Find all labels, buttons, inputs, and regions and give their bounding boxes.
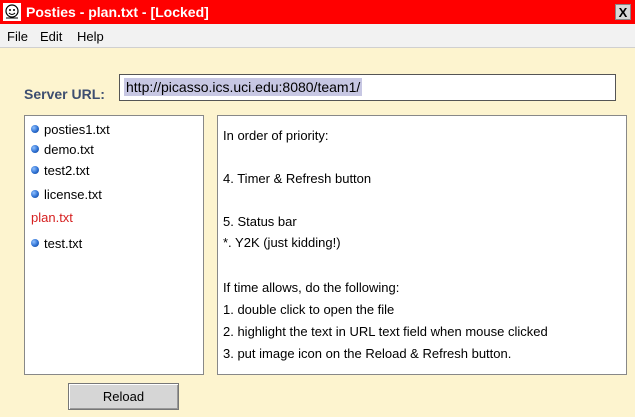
posties-window: Posties - plan.txt - [Locked] X File Edi…: [0, 0, 635, 417]
document-line: In order of priority:: [223, 128, 329, 143]
document-line: 4. Timer & Refresh button: [223, 171, 372, 186]
document-text-area[interactable]: In order of priority: 4. Timer & Refresh…: [217, 115, 627, 375]
app-icon: [3, 3, 21, 21]
file-name: demo.txt: [44, 141, 94, 157]
document-line: 2. highlight the text in URL text field …: [223, 324, 548, 339]
blue-bullet-icon: [31, 166, 39, 174]
file-item-license[interactable]: license.txt: [31, 185, 102, 203]
server-url-value: http://picasso.ics.uci.edu:8080/team1/: [124, 78, 363, 96]
file-name: posties1.txt: [44, 121, 110, 137]
server-url-input[interactable]: http://picasso.ics.uci.edu:8080/team1/: [119, 74, 616, 101]
file-name: test2.txt: [44, 162, 90, 178]
menu-help[interactable]: Help: [77, 29, 104, 44]
file-item-posties1[interactable]: posties1.txt: [31, 120, 110, 138]
reload-button[interactable]: Reload: [68, 383, 179, 410]
document-line: 1. double click to open the file: [223, 302, 395, 317]
menu-bar: File Edit Help: [0, 24, 635, 48]
file-name: plan.txt: [31, 209, 73, 225]
blue-bullet-icon: [31, 239, 39, 247]
blue-bullet-icon: [31, 190, 39, 198]
menu-file[interactable]: File: [7, 29, 28, 44]
window-title: Posties - plan.txt - [Locked]: [26, 4, 209, 20]
document-line: 3. put image icon on the Reload & Refres…: [223, 346, 512, 361]
server-url-label: Server URL:: [24, 86, 105, 102]
file-name: license.txt: [44, 186, 102, 202]
menu-edit[interactable]: Edit: [40, 29, 62, 44]
file-list[interactable]: posties1.txt demo.txt test2.txt license.…: [24, 115, 204, 375]
file-item-demo[interactable]: demo.txt: [31, 140, 94, 158]
document-line: 5. Status bar: [223, 214, 297, 229]
document-line: If time allows, do the following:: [223, 280, 400, 295]
blue-bullet-icon: [31, 125, 39, 133]
close-button[interactable]: X: [615, 4, 631, 20]
file-item-test[interactable]: test.txt: [31, 234, 82, 252]
file-name: test.txt: [44, 235, 83, 251]
title-bar[interactable]: Posties - plan.txt - [Locked] X: [0, 0, 635, 24]
file-item-test2[interactable]: test2.txt: [31, 161, 90, 179]
document-line: *. Y2K (just kidding!): [223, 235, 341, 250]
blue-bullet-icon: [31, 145, 39, 153]
file-item-plan[interactable]: plan.txt: [31, 208, 73, 226]
